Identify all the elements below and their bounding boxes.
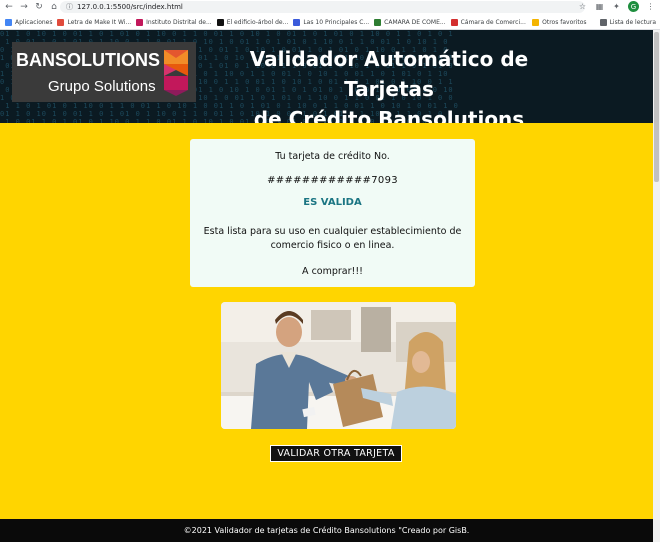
bookmark-favicon-icon <box>450 18 458 26</box>
footer-text: ©2021 Validador de tarjetas de Crédito B… <box>183 526 470 535</box>
address-text: 127.0.0.1:5500/src/index.html <box>77 3 183 11</box>
bookmark-other-favorites[interactable]: Otros favoritos <box>532 18 587 26</box>
bookmark-reading-list[interactable]: Lista de lectura <box>599 18 656 26</box>
home-icon[interactable]: ⌂ <box>48 1 60 13</box>
bookmark-item[interactable]: Aplicaciones <box>5 18 52 26</box>
vertical-scrollbar[interactable] <box>653 30 660 542</box>
logo-mark-icon <box>164 50 188 96</box>
bookmark-favicon-icon <box>374 18 382 26</box>
bookmark-item[interactable]: Las 10 Principales C... <box>293 18 369 26</box>
validation-result-card: Tu tarjeta de crédito No. ############70… <box>190 139 475 287</box>
bookmark-item[interactable]: El edificio-árbol de... <box>216 18 288 26</box>
page-title-line2: de Crédito Bansolutions <box>253 107 525 123</box>
puzzle-icon[interactable]: ✦ <box>611 1 622 12</box>
logo-subtitle: Grupo Solutions <box>48 78 156 95</box>
bookmark-item[interactable]: Letra de Make It Wi... <box>57 18 131 26</box>
bookmark-favicon-icon <box>293 18 301 26</box>
back-icon[interactable]: ← <box>3 1 15 13</box>
browser-chrome: ← → ↻ ⌂ ⓘ 127.0.0.1:5500/src/index.html … <box>0 0 660 30</box>
shopping-photo <box>221 302 456 429</box>
page-footer: ©2021 Validador de tarjetas de Crédito B… <box>0 519 653 542</box>
bookmark-item[interactable]: CAMARA DE COME... <box>374 18 446 26</box>
site-header: 01 1 0 10 1 0 01 1 0 1 01 0 1 10 0 1 1 0… <box>0 30 653 123</box>
masked-card-number: ############7093 <box>267 175 398 186</box>
bookmarks-bar: Aplicaciones Letra de Make It Wi... Inst… <box>0 15 660 29</box>
avatar[interactable]: G <box>628 1 639 12</box>
result-intro: Tu tarjeta de crédito No. <box>275 151 390 162</box>
bookmark-item[interactable]: Cámara de Comerci... <box>450 18 526 26</box>
extension-grid-icon[interactable]: ▦ <box>594 1 605 12</box>
site-info-icon[interactable]: ⓘ <box>66 2 73 12</box>
page: 01 1 0 10 1 0 01 1 0 1 01 0 1 10 0 1 1 0… <box>0 30 653 542</box>
bookmark-favicon-icon <box>136 18 144 26</box>
menu-kebab-icon[interactable]: ⋮ <box>645 1 656 12</box>
address-bar[interactable]: ⓘ 127.0.0.1:5500/src/index.html <box>60 1 585 13</box>
page-title: Validador Automático de Tarjetas de Créd… <box>214 44 564 123</box>
bookmark-favicon-icon <box>57 18 65 26</box>
browser-toolbar: ← → ↻ ⌂ ⓘ 127.0.0.1:5500/src/index.html … <box>0 0 660 14</box>
page-title-line1: Validador Automático de Tarjetas <box>249 47 529 101</box>
apps-grid-icon <box>5 18 12 26</box>
result-message: Esta lista para su uso en cualquier esta… <box>203 226 462 251</box>
folder-icon <box>532 18 540 26</box>
shopping-photo-illustration <box>221 302 456 429</box>
result-cta: A comprar!!! <box>302 266 363 277</box>
bookmark-favicon-icon <box>216 18 224 26</box>
reading-list-icon <box>599 18 607 26</box>
scrollbar-thumb[interactable] <box>654 32 659 182</box>
logo-title: BANSOLUTIONS <box>16 50 160 70</box>
brand-logo[interactable]: BANSOLUTIONS Grupo Solutions <box>12 42 196 102</box>
forward-icon[interactable]: → <box>18 1 30 13</box>
star-icon[interactable]: ☆ <box>577 1 588 12</box>
validate-another-card-button[interactable]: VALIDAR OTRA TARJETA <box>270 445 402 462</box>
bookmark-item[interactable]: Instituto Distrital de... <box>136 18 212 26</box>
status-badge: ES VALIDA <box>303 197 362 208</box>
reload-icon[interactable]: ↻ <box>33 1 45 13</box>
